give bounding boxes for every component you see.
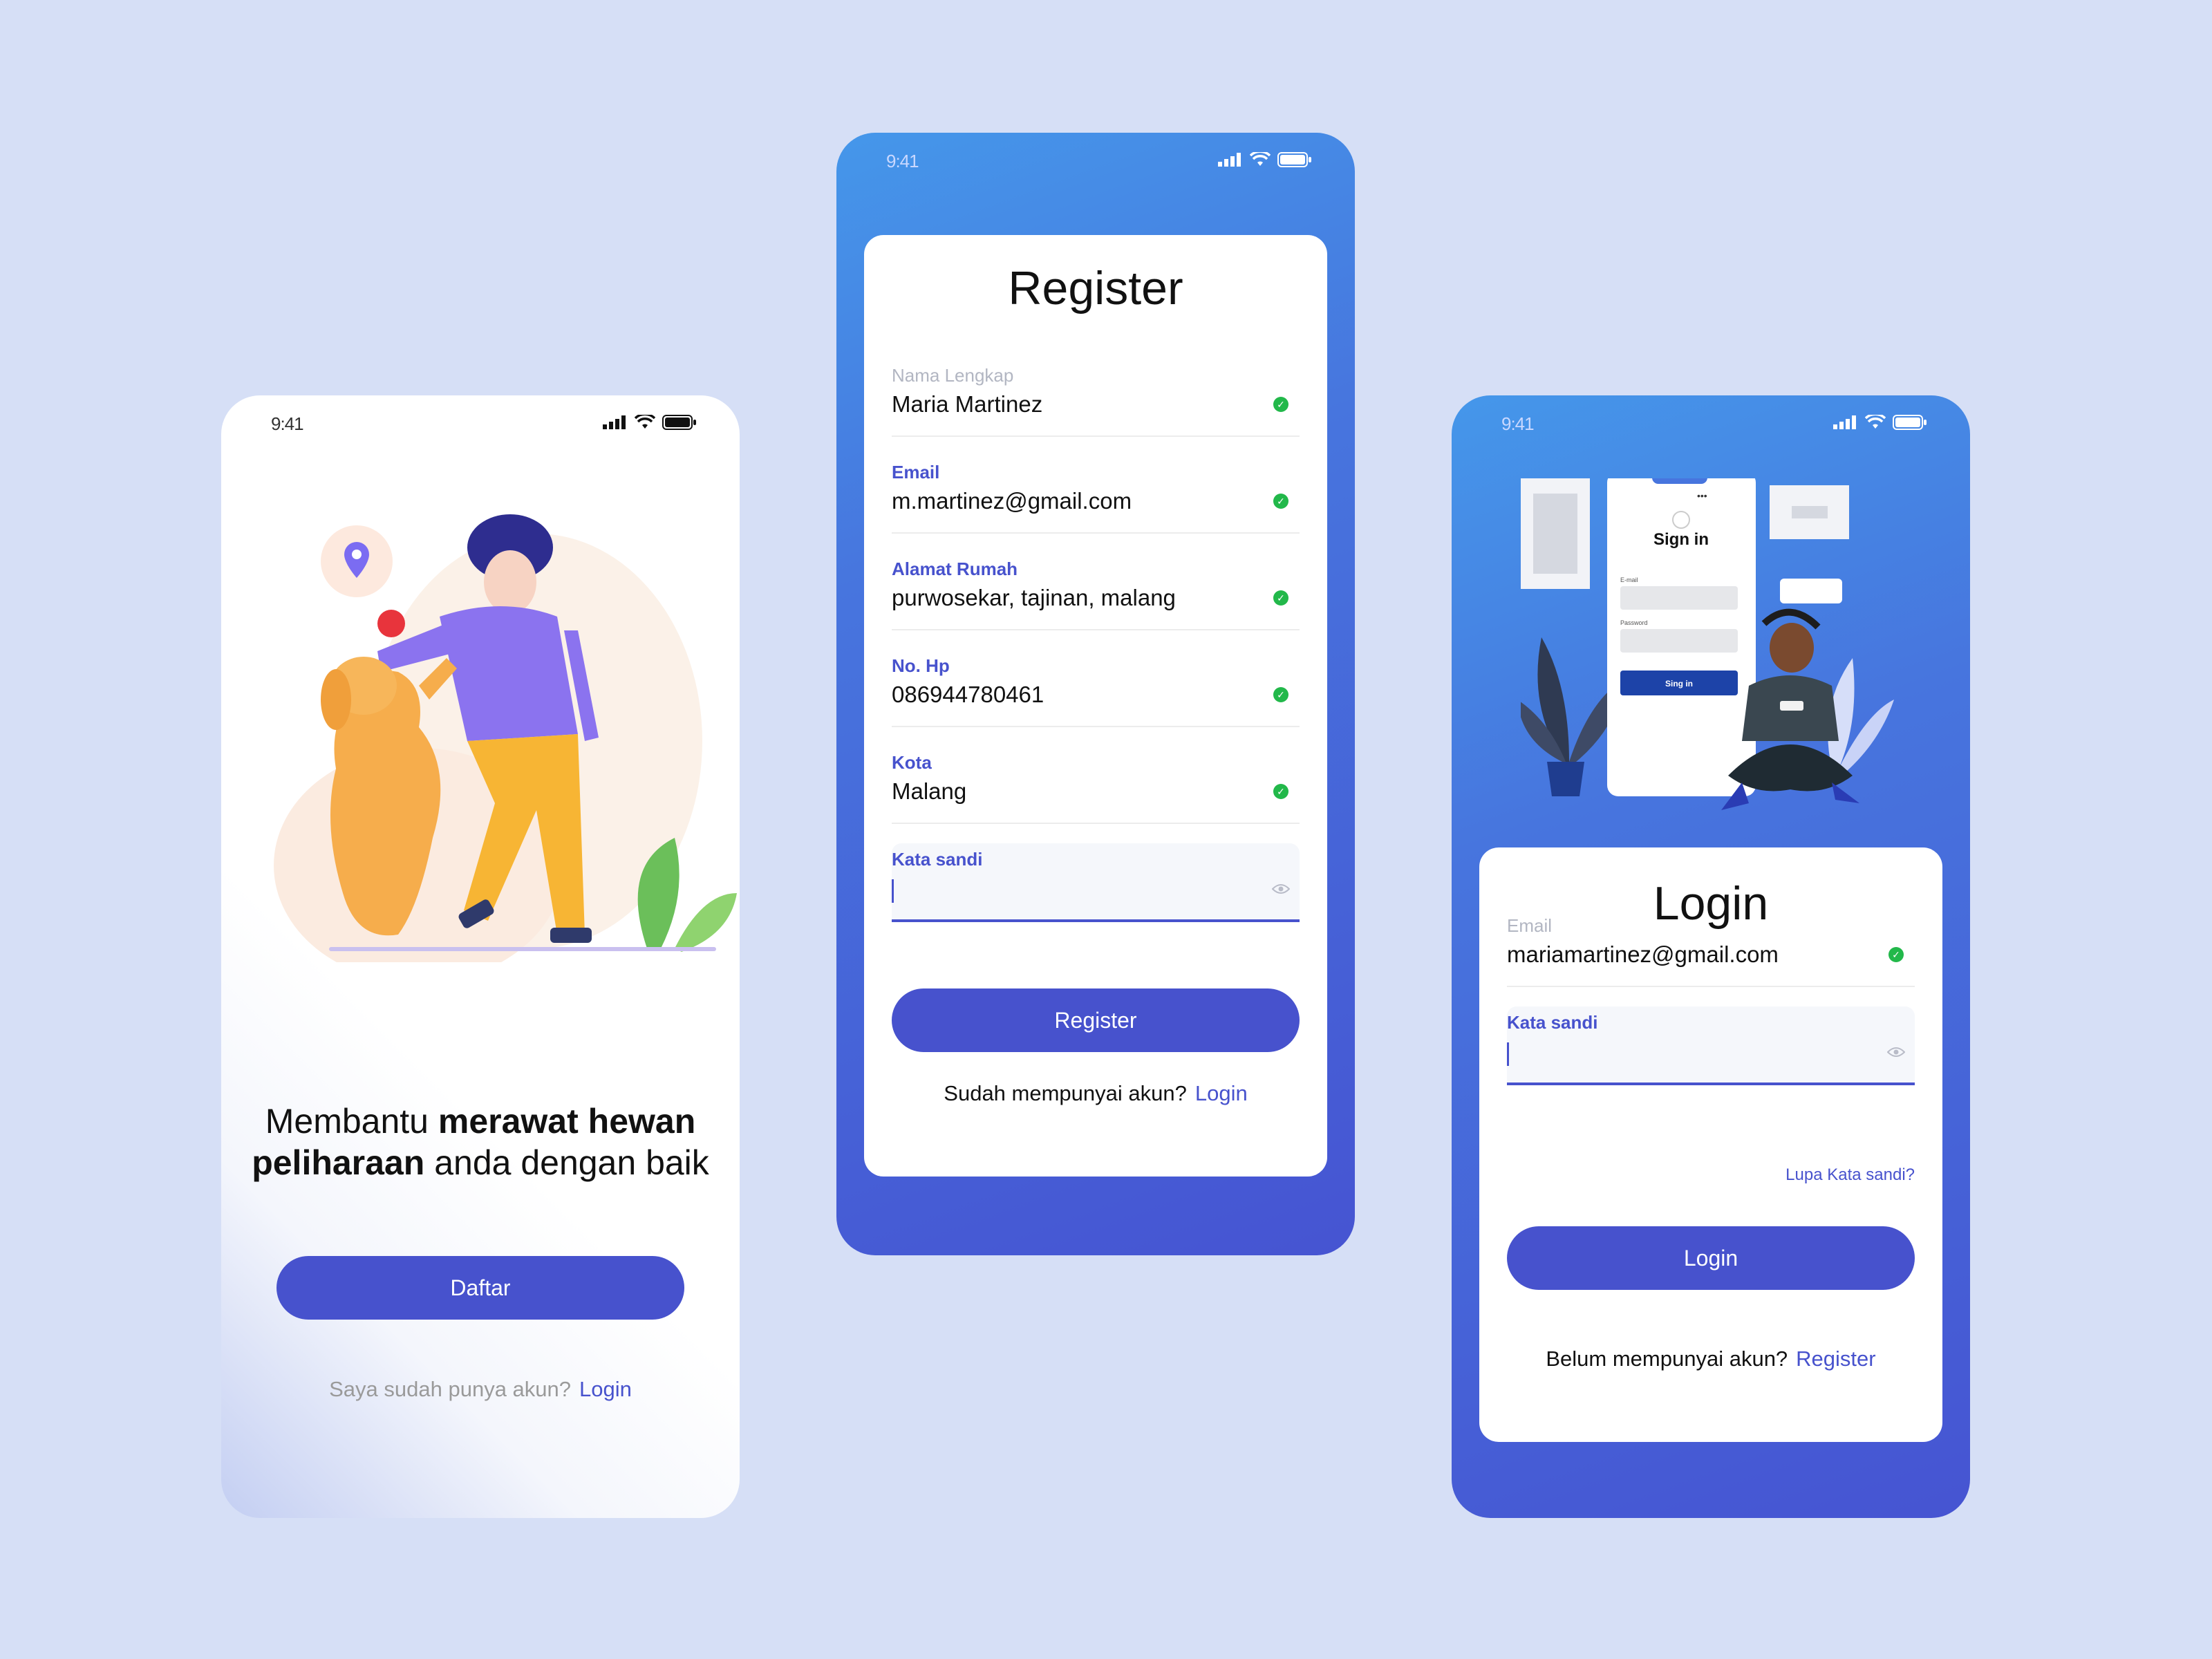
phone-field[interactable]: No. Hp 086944780461 ✓: [892, 650, 1300, 727]
forgot-password-link[interactable]: Lupa Kata sandi?: [1785, 1165, 1915, 1185]
check-icon: ✓: [1888, 947, 1904, 962]
signal-icon: [603, 415, 626, 429]
status-icons: [1833, 415, 1927, 430]
splash-screen: 9:41 Membantu merawat hewan peliharaan a…: [221, 395, 740, 1518]
status-icons: [1218, 152, 1312, 167]
splash-footer: Saya sudah punya akun? Login: [221, 1377, 740, 1402]
battery-icon: [662, 415, 696, 430]
field-label: Kota: [892, 752, 932, 773]
battery-icon: [1893, 415, 1927, 430]
check-icon: ✓: [1273, 494, 1288, 509]
field-value: 086944780461: [892, 682, 1044, 707]
register-screen: 9:41 Register Nama Lengkap Maria Martine…: [836, 133, 1355, 1255]
splash-footer-text: Saya sudah punya akun?: [329, 1377, 572, 1401]
text-caret: [892, 879, 894, 903]
status-bar: 9:41: [836, 133, 1355, 195]
register-title: Register: [1008, 262, 1183, 315]
pet-care-illustration: [274, 514, 737, 962]
field-label: Email: [892, 462, 940, 482]
field-label: Nama Lengkap: [892, 365, 1014, 386]
login-footer-text: Belum mempunyai akun?: [1546, 1347, 1788, 1371]
city-field[interactable]: Kota Malang ✓: [892, 747, 1300, 824]
field-label: Email: [1507, 915, 1553, 936]
full-name-field[interactable]: Nama Lengkap Maria Martinez ✓: [892, 359, 1300, 437]
eye-icon[interactable]: [1887, 1047, 1905, 1058]
headline-text-1: Membantu: [265, 1102, 438, 1141]
status-time: 9:41: [886, 151, 919, 171]
signal-icon: [1218, 153, 1241, 167]
check-icon: ✓: [1273, 687, 1288, 702]
check-icon: ✓: [1273, 590, 1288, 606]
register-login-link[interactable]: Login: [1195, 1081, 1248, 1105]
login-register-link[interactable]: Register: [1796, 1347, 1875, 1371]
field-value: mariamartinez@gmail.com: [1507, 941, 1779, 967]
register-button[interactable]: Register: [892, 988, 1300, 1052]
headline-text-2: anda dengan baik: [424, 1143, 709, 1182]
splash-headline: Membantu merawat hewan peliharaan anda d…: [249, 1100, 712, 1183]
status-bar: 9:41: [1452, 395, 1970, 458]
daftar-button[interactable]: Daftar: [276, 1256, 684, 1320]
login-button[interactable]: Login: [1507, 1226, 1915, 1290]
login-card: Login Email mariamartinez@gmail.com ✓ Ka…: [1479, 847, 1942, 1442]
field-label: Kata sandi: [892, 849, 983, 870]
splash-login-link[interactable]: Login: [579, 1377, 632, 1401]
check-icon: ✓: [1273, 784, 1288, 799]
register-footer-text: Sudah mempunyai akun?: [944, 1081, 1187, 1105]
address-field[interactable]: Alamat Rumah purwosekar, tajinan, malang…: [892, 553, 1300, 630]
eye-icon[interactable]: [1272, 883, 1290, 894]
wifi-icon: [635, 415, 655, 429]
svg-text:•••: •••: [1697, 490, 1707, 501]
sign-in-illustration: ••• Sign in E-mail Password Sing in: [1521, 478, 1894, 810]
field-value: purwosekar, tajinan, malang: [892, 585, 1176, 610]
status-icons: [603, 415, 697, 430]
mock-email-label: E-mail: [1620, 577, 1638, 583]
status-time: 9:41: [271, 413, 304, 434]
password-field[interactable]: Kata sandi: [892, 843, 1300, 922]
register-footer: Sudah mempunyai akun? Login: [864, 1081, 1327, 1106]
signal-icon: [1833, 415, 1856, 429]
login-footer: Belum mempunyai akun? Register: [1479, 1347, 1942, 1371]
battery-icon: [1277, 152, 1311, 167]
field-value: Malang: [892, 778, 967, 804]
mock-sign-in-button: Sing in: [1665, 679, 1693, 688]
mock-title: Sign in: [1653, 530, 1709, 549]
login-screen: 9:41 ••• Sign in E-mail Password Sing in: [1452, 395, 1970, 1518]
field-label: Alamat Rumah: [892, 559, 1018, 579]
field-label: No. Hp: [892, 655, 950, 676]
status-time: 9:41: [1501, 413, 1535, 434]
check-icon: ✓: [1273, 397, 1288, 412]
text-caret: [1507, 1042, 1509, 1066]
wifi-icon: [1865, 415, 1886, 429]
login-password-field[interactable]: Kata sandi: [1507, 1006, 1915, 1085]
email-field[interactable]: Email m.martinez@gmail.com ✓: [892, 456, 1300, 534]
mock-password-label: Password: [1620, 619, 1648, 626]
register-card: Register Nama Lengkap Maria Martinez ✓ E…: [864, 235, 1327, 1177]
wifi-icon: [1250, 152, 1271, 166]
field-value: m.martinez@gmail.com: [892, 488, 1132, 514]
login-email-field[interactable]: Email mariamartinez@gmail.com ✓: [1507, 910, 1915, 987]
field-label: Kata sandi: [1507, 1012, 1598, 1033]
status-bar: 9:41: [221, 395, 740, 458]
field-value: Maria Martinez: [892, 391, 1043, 417]
